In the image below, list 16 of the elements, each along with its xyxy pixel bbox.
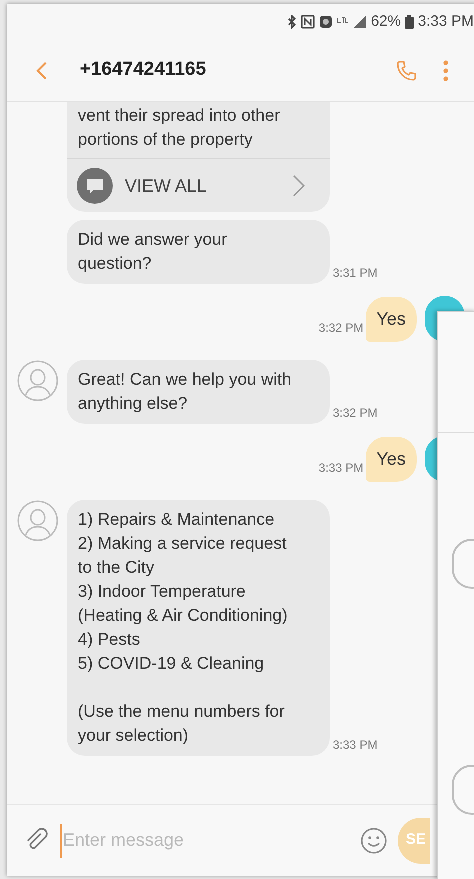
sent-message: Yes: [366, 437, 417, 482]
sent-message: Yes: [366, 297, 417, 342]
message-text: Did we answer your question?: [78, 229, 228, 275]
message-text: 1) Repairs & Maintenance 2) Making a service request to the City 3) Indoor Temperature (Heating & Air Conditioning) 4) Pests 5) COVID-19 & Cleaning (Use the menu numbers for your selection): [78, 509, 289, 747]
message-input[interactable]: Enter message: [60, 824, 360, 858]
message-time: 3:33 PM: [333, 737, 378, 754]
message-text: vent their spread into other portions of the property: [78, 105, 282, 151]
view-all-button[interactable]: VIEW ALL: [67, 158, 330, 212]
message-time: 3:32 PM: [318, 320, 364, 337]
message-text: Great! Can we help you with anything else?: [78, 369, 293, 415]
message-time: 3:31 PM: [333, 265, 378, 282]
message-time: 3:33 PM: [318, 460, 364, 477]
contact-number: +16474241165: [80, 58, 206, 82]
status-time: 3:33 PM: [418, 12, 474, 32]
battery-percentage: 62%: [371, 12, 402, 32]
message-time: 3:32 PM: [333, 405, 378, 422]
